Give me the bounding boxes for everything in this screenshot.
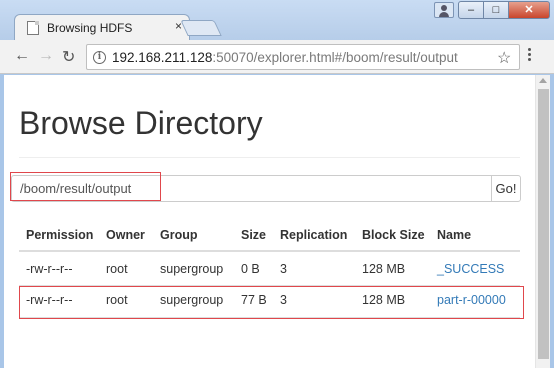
browser-menu-icon[interactable] (528, 48, 532, 63)
tab-title: Browsing HDFS (47, 21, 133, 35)
col-header-permission[interactable]: Permission (26, 228, 93, 242)
col-header-name[interactable]: Name (437, 228, 471, 242)
cell-block-size: 128 MB (362, 262, 406, 276)
browser-tab[interactable]: Browsing HDFS × (14, 14, 190, 41)
window-titlebar: Browsing HDFS × – □ ✕ (0, 0, 554, 41)
file-link-success[interactable]: _SUCCESS (437, 262, 504, 276)
maximize-button[interactable]: □ (483, 1, 509, 19)
col-header-replication[interactable]: Replication (280, 228, 347, 242)
new-tab-button[interactable] (180, 20, 222, 36)
cell-owner: root (106, 262, 128, 276)
go-button[interactable]: Go! (491, 175, 521, 202)
row-highlight-box (19, 286, 524, 319)
back-arrow-icon[interactable]: ← (14, 47, 30, 65)
url-path: :50070/explorer.html#/boom/result/output (212, 50, 458, 65)
url-text[interactable]: 192.168.211.128:50070/explorer.html#/boo… (112, 50, 458, 65)
col-header-block-size[interactable]: Block Size (362, 228, 425, 242)
path-highlight-box (10, 172, 161, 201)
col-header-size[interactable]: Size (241, 228, 266, 242)
cell-replication: 3 (280, 262, 287, 276)
page-content: Browse Directory Go! Permission Owner Gr… (4, 75, 550, 368)
address-bar[interactable]: i 192.168.211.128:50070/explorer.html#/b… (86, 44, 520, 70)
bookmark-star-icon[interactable]: ☆ (497, 48, 511, 68)
forward-arrow-icon[interactable]: → (38, 47, 54, 65)
cell-permission: -rw-r--r-- (26, 262, 73, 276)
cell-group: supergroup (160, 262, 224, 276)
minimize-button[interactable]: – (458, 1, 484, 19)
info-icon[interactable]: i (93, 51, 106, 64)
page-icon (27, 21, 39, 35)
table-header-divider (19, 250, 520, 252)
col-header-owner[interactable]: Owner (106, 228, 145, 242)
reload-icon[interactable]: ↻ (62, 47, 75, 67)
cell-size: 0 B (241, 262, 260, 276)
user-profile-icon[interactable] (434, 2, 454, 18)
divider (19, 157, 520, 158)
page-title: Browse Directory (19, 105, 263, 141)
vertical-scrollbar[interactable] (535, 75, 550, 368)
browser-toolbar: ← → ↻ i 192.168.211.128:50070/explorer.h… (0, 40, 554, 74)
close-window-button[interactable]: ✕ (508, 1, 550, 19)
col-header-group[interactable]: Group (160, 228, 198, 242)
url-host: 192.168.211.128 (112, 50, 213, 65)
scroll-up-arrow-icon[interactable] (539, 78, 547, 83)
scroll-thumb[interactable] (538, 89, 549, 359)
